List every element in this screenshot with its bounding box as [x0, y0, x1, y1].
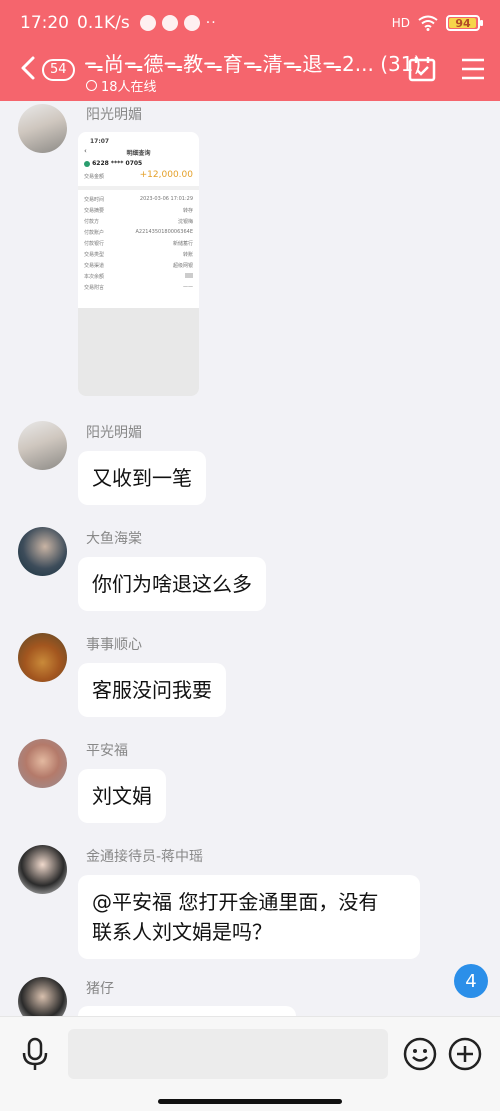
shot-card: 6228 **** 0705 — [84, 160, 142, 167]
system-indicators: HD 94 — [391, 15, 483, 31]
sender-name: 金通接待员-蒋中瑶 — [86, 849, 204, 865]
shot-row: 交易附言 —— — [84, 284, 193, 291]
calendar-check-icon[interactable] — [408, 56, 436, 82]
shot-row: 本次余额 — [84, 273, 193, 280]
network-speed: 0.1K/s — [77, 13, 130, 33]
avatar[interactable] — [18, 104, 67, 153]
avatar[interactable] — [18, 739, 67, 788]
message-bubble[interactable]: 客服没问我要 — [78, 663, 226, 717]
app-icon — [161, 15, 178, 31]
home-indicator — [158, 1099, 342, 1104]
wifi-icon — [418, 15, 438, 31]
shot-row: 交易类型 转账 — [84, 252, 193, 258]
avatar[interactable] — [18, 421, 67, 470]
online-label: 18人在线 — [101, 80, 157, 95]
shot-row: 付款账户 A2214350180006364E — [84, 229, 193, 236]
menu-icon[interactable] — [461, 58, 485, 80]
avatar[interactable] — [18, 845, 67, 894]
sender-name: 大鱼海棠 — [86, 531, 142, 547]
sender-name: 阳光明媚 — [86, 425, 142, 441]
avatar[interactable] — [18, 527, 67, 576]
shot-amount-label: 交易金额 — [84, 174, 105, 180]
shot-row: 交易时间 2023-03-06 17:01:29 — [84, 196, 193, 203]
signal-icon: HD — [391, 16, 410, 30]
group-title[interactable]: ᯓ尚ᯓ德ᯓ教ᯓ育ᯓ清ᯓ退ᯓ2... (31) — [84, 48, 421, 77]
chat-header: 17:20 0.1K/s ·· HD 94 54 ᯓ尚ᯓ德ᯓ教ᯓ育ᯓ清ᯓ退ᯓ2.… — [0, 0, 500, 101]
sender-name: 阳光明媚 — [86, 107, 142, 123]
sender-name: 事事顺心 — [86, 637, 142, 653]
notification-icons: ·· — [139, 15, 217, 31]
more-dots-icon: ·· — [205, 15, 217, 31]
shot-card-number: 6228 **** 0705 — [92, 160, 143, 167]
status-time: 17:20 — [20, 13, 69, 33]
message-bubble[interactable]: 刘文娟 — [78, 769, 166, 823]
shot-amount: +12,000.00 — [139, 170, 193, 180]
message-bubble[interactable]: 又收到一笔 — [78, 451, 206, 505]
avatar[interactable] — [18, 633, 67, 682]
screenshot-image[interactable]: 17:07 明细查询 ‹ 6228 **** 0705 交易金额 +12,000… — [78, 132, 199, 396]
emoji-icon[interactable] — [403, 1037, 437, 1071]
online-icon — [86, 80, 97, 91]
shot-row: 交易摘要 转存 — [84, 208, 193, 214]
back-arrow-icon[interactable] — [18, 54, 38, 82]
shot-row: 付款银行 新储蓄行 — [84, 241, 193, 247]
message-line: 联系人刘文娟是吗？ — [92, 920, 272, 944]
shot-time: 17:07 — [90, 138, 110, 145]
battery-level: 94 — [455, 16, 471, 30]
shot-blank-area — [78, 308, 199, 396]
sender-name: 猪仔 — [86, 981, 114, 997]
input-bar — [0, 1016, 500, 1111]
wechat-icon — [139, 15, 156, 31]
shot-page-title: 明细查询 — [126, 150, 151, 157]
qq-icon — [183, 15, 200, 31]
message-line: @平安福 您打开金通里面，没有 — [92, 890, 379, 914]
shot-row: 付款方 沈银梅 — [84, 219, 193, 225]
message-bubble[interactable]: 你们为啥退这么多 — [78, 557, 266, 611]
status-bar: 17:20 0.1K/s ·· HD 94 — [20, 10, 483, 36]
shot-back-icon: ‹ — [84, 147, 87, 155]
message-input[interactable] — [68, 1029, 388, 1079]
unread-badge[interactable]: 54 — [42, 59, 75, 81]
plus-icon[interactable] — [448, 1037, 482, 1071]
new-messages-badge[interactable]: 4 — [454, 964, 488, 998]
battery-icon: 94 — [446, 15, 483, 31]
shot-row: 交易渠道 超级网银 — [84, 263, 193, 269]
sender-name: 平安福 — [86, 743, 128, 759]
message-bubble[interactable]: @平安福 您打开金通里面，没有 联系人刘文娟是吗？ — [78, 875, 420, 959]
online-count: 18人在线 — [86, 76, 157, 95]
microphone-icon[interactable] — [22, 1037, 48, 1071]
